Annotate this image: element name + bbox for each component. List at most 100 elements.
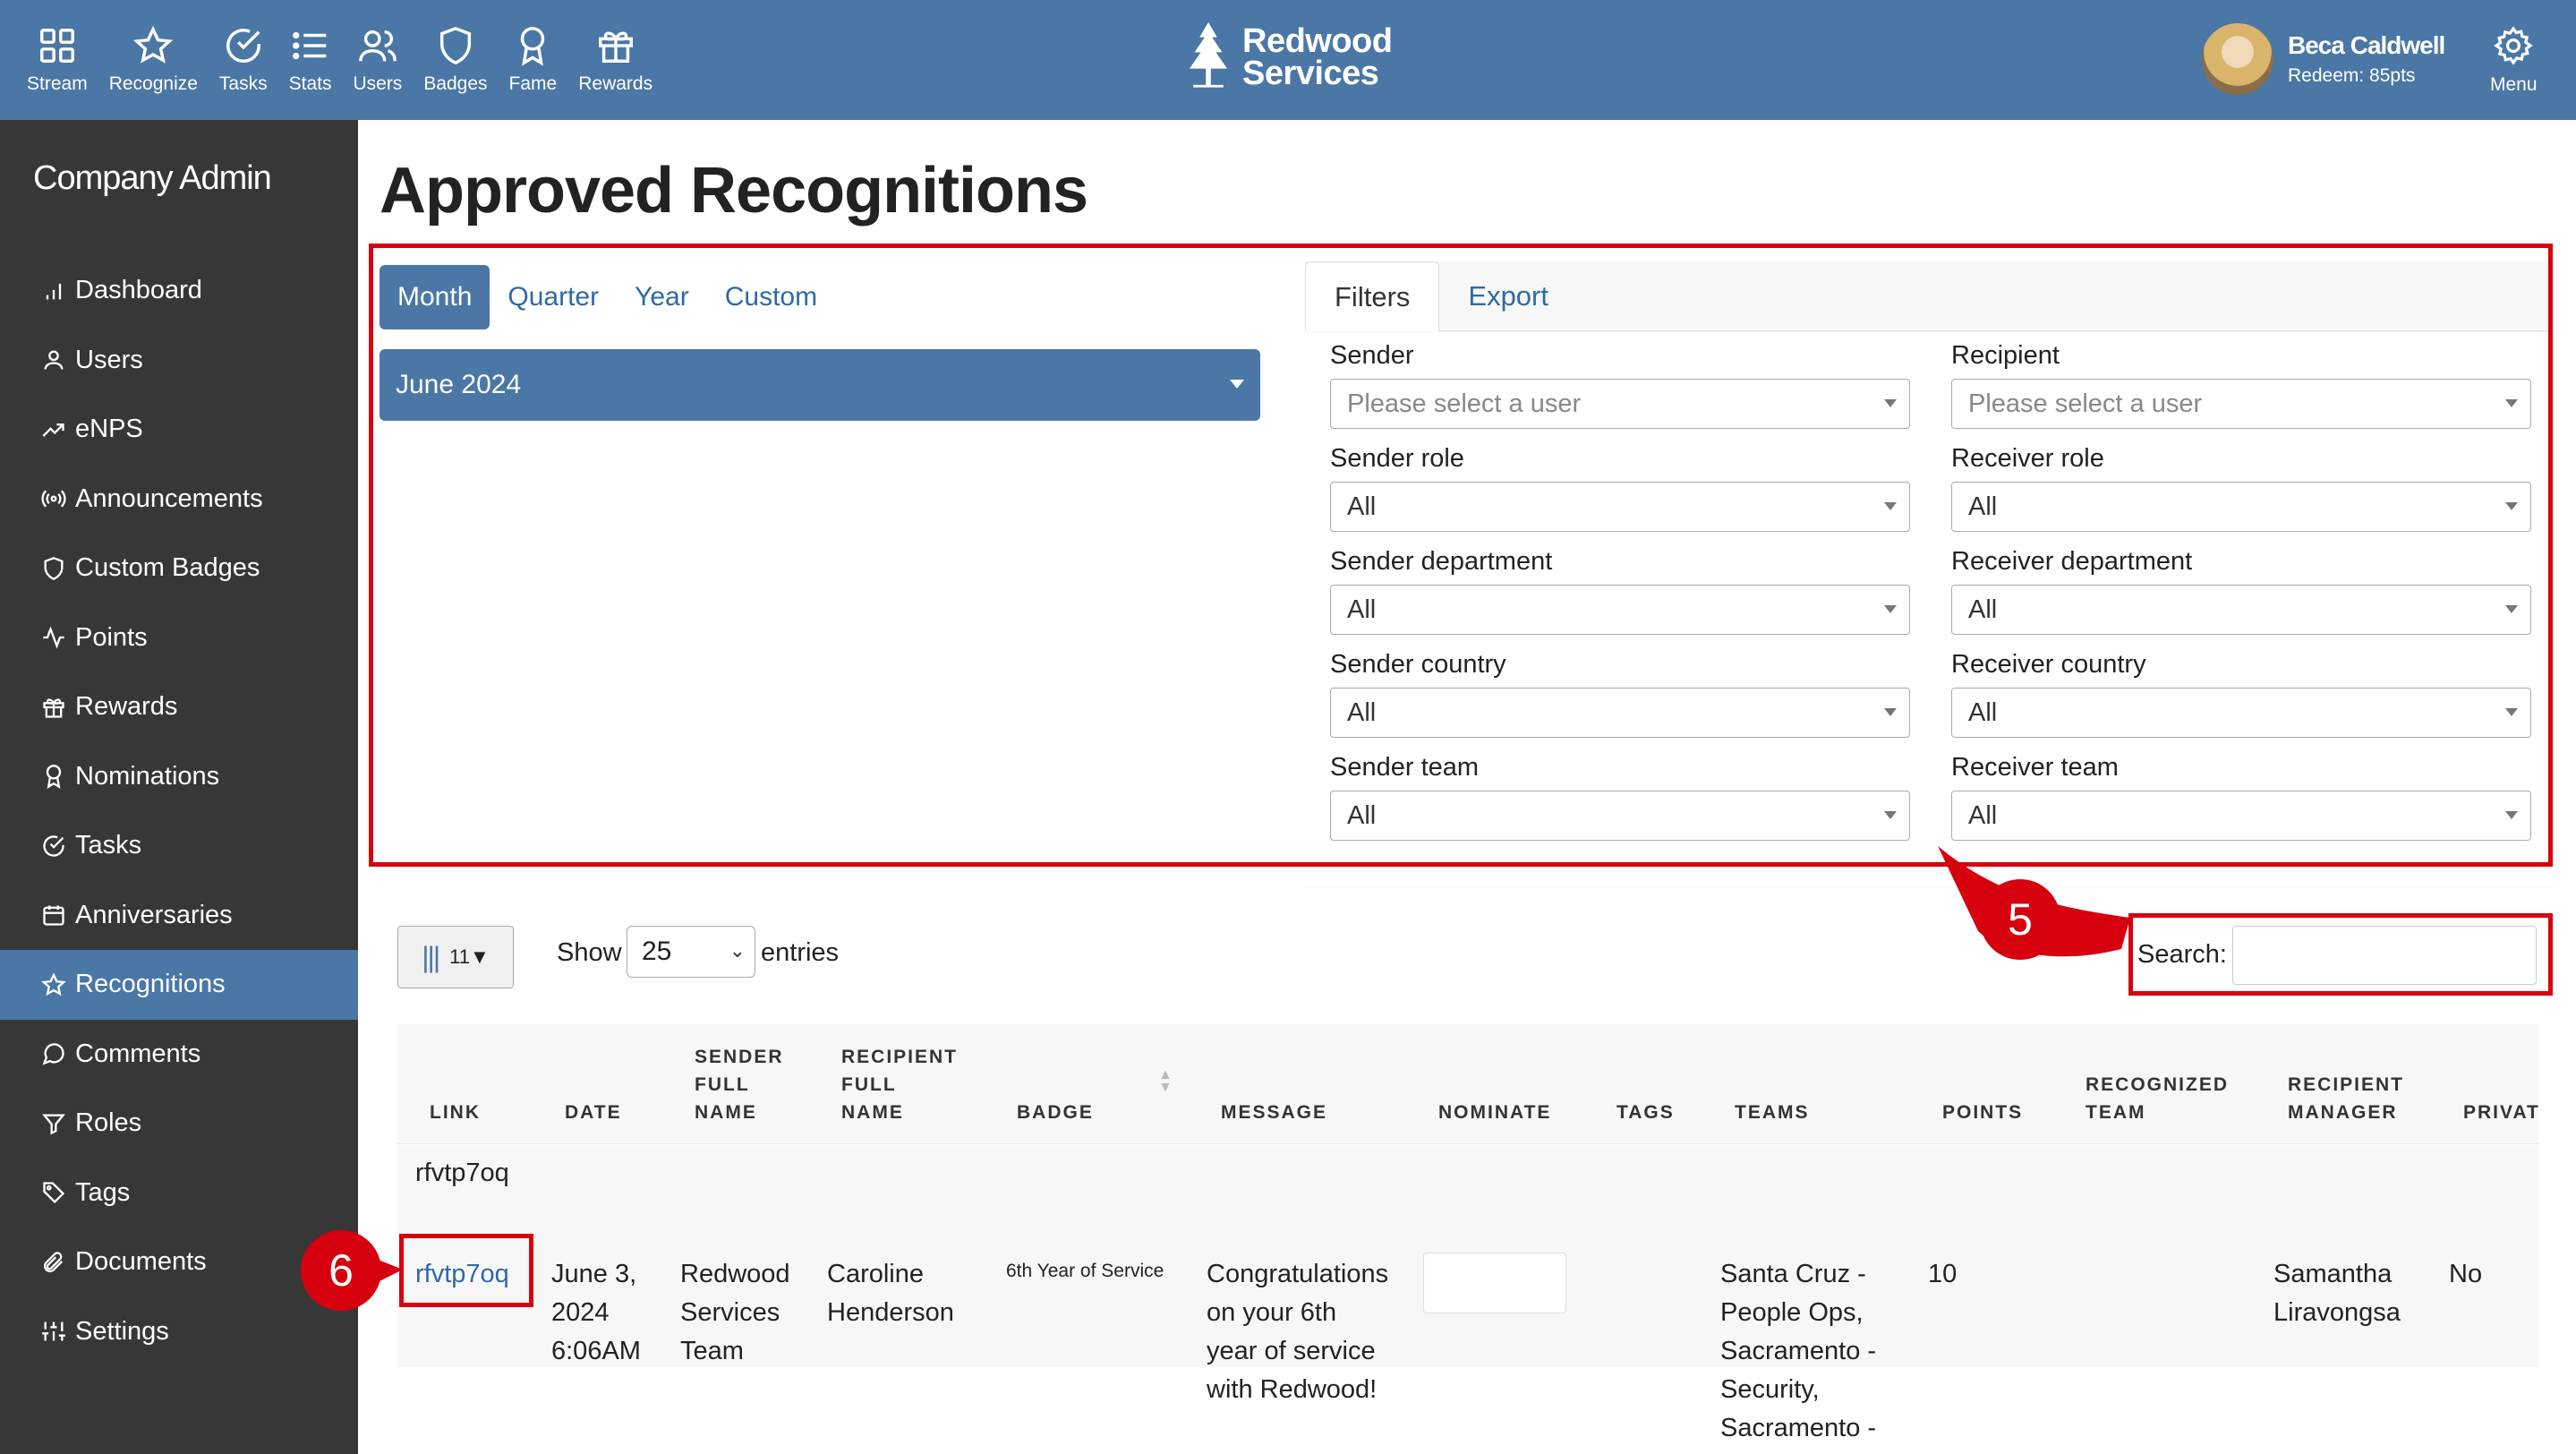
activity-icon [43, 626, 64, 649]
sidebar-item-roles[interactable]: Roles [0, 1089, 358, 1159]
column-header-points[interactable]: POINTS [1942, 1099, 2023, 1126]
shield-icon [44, 556, 64, 580]
nav-recognize[interactable]: Recognize [98, 0, 209, 120]
sidebar-item-label: Rewards [75, 692, 178, 722]
check-circle-icon [43, 835, 64, 857]
avatar[interactable] [2202, 23, 2273, 95]
link-filter-value[interactable]: rfvtp7oq [415, 1154, 509, 1193]
nav-stats-label: Stats [288, 73, 332, 94]
column-header-tags[interactable]: TAGS [1616, 1099, 1675, 1126]
user-profile[interactable]: Beca Caldwell Redeem: 85pts [2202, 23, 2445, 95]
sidebar-item-label: Recognitions [75, 970, 226, 999]
column-header-teams[interactable]: TEAMS [1735, 1099, 1810, 1126]
user-icon [44, 350, 64, 370]
column-header-badge[interactable]: BADGE [1017, 1099, 1094, 1126]
columns-icon: ||| [422, 940, 440, 973]
gift-icon [598, 31, 633, 63]
column-header-message[interactable]: MESSAGE [1221, 1099, 1327, 1126]
sidebar-item-tags[interactable]: Tags [0, 1159, 358, 1228]
sidebar-item-label: Anniversaries [75, 900, 233, 929]
menu-button[interactable]: Menu [2490, 0, 2538, 120]
award-icon [521, 27, 545, 66]
broadcast-icon [41, 490, 66, 508]
filters-highlight-box [369, 244, 2553, 867]
sidebar-item-recognitions[interactable]: Recognitions [0, 950, 358, 1020]
nav-stream-label: Stream [27, 73, 88, 94]
sidebar-item-label: Roles [75, 1108, 142, 1138]
comment-icon [42, 1043, 64, 1065]
show-label: Show [557, 938, 622, 967]
sidebar-item-announcements[interactable]: Announcements [0, 465, 358, 535]
row-badge-cell: 6th Year of Service [1006, 1261, 1164, 1281]
row-private-cell: No [2449, 1260, 2483, 1288]
sidebar-item-nominations[interactable]: Nominations [0, 742, 358, 812]
sidebar-item-rewards[interactable]: Rewards [0, 672, 358, 742]
sidebar-item-dashboard[interactable]: Dashboard [0, 256, 358, 326]
sidebar-item-custom-badges[interactable]: Custom Badges [0, 534, 358, 603]
menu-label: Menu [2490, 74, 2538, 95]
sidebar-item-tasks[interactable]: Tasks [0, 811, 358, 881]
sidebar-item-label: Announcements [75, 483, 263, 513]
sidebar-menu: Dashboard Users eNPS Announcements Custo… [0, 256, 358, 1366]
sliders-icon [42, 1321, 65, 1341]
link-highlight-box [399, 1234, 533, 1307]
row-manager-cell: Samantha Liravongsa [2273, 1260, 2401, 1327]
main-nav: Stream Recognize Tasks Stats Users Badge… [16, 0, 663, 120]
grid-icon [39, 29, 74, 63]
nav-badges-label: Badges [423, 73, 488, 94]
calendar-icon [43, 905, 64, 926]
check-circle-icon [226, 29, 260, 63]
column-header-recognized-team[interactable]: RECOGNIZED TEAM [2086, 1071, 2229, 1126]
nav-stats[interactable]: Stats [278, 0, 343, 120]
tag-icon [43, 1182, 65, 1204]
column-header-recipient-manager[interactable]: RECIPIENT MANAGER [2288, 1071, 2404, 1126]
nav-fame-label: Fame [508, 73, 558, 94]
column-count: 11▼ [449, 945, 490, 968]
sidebar-item-settings[interactable]: Settings [0, 1297, 358, 1367]
nominate-button[interactable] [1423, 1253, 1566, 1313]
nav-fame[interactable]: Fame [499, 0, 568, 120]
column-header-link[interactable]: LINK [430, 1099, 481, 1126]
row-sender-cell: Redwood Services Team [680, 1260, 790, 1365]
sidebar-title: Company Admin [33, 159, 272, 197]
sidebar-item-enps[interactable]: eNPS [0, 395, 358, 465]
sidebar-item-users[interactable]: Users [0, 326, 358, 396]
nav-stream[interactable]: Stream [16, 0, 98, 120]
nav-tasks-label: Tasks [218, 73, 268, 94]
chevron-down-icon: ⌄ [729, 939, 746, 962]
nav-rewards[interactable]: Rewards [567, 0, 663, 120]
nav-users[interactable]: Users [342, 0, 413, 120]
sidebar-item-comments[interactable]: Comments [0, 1020, 358, 1090]
row-points-cell: 10 [1928, 1260, 1958, 1288]
brand-name-line2: Services [1242, 55, 1379, 92]
paperclip-icon [43, 1252, 64, 1272]
gear-icon [2494, 26, 2534, 65]
entries-per-page-select[interactable]: 25 ⌄ [627, 926, 755, 978]
column-header-private[interactable]: PRIVAT [2463, 1099, 2540, 1126]
sidebar-item-points[interactable]: Points [0, 603, 358, 673]
column-header-nominate[interactable]: NOMINATE [1438, 1099, 1551, 1126]
brand-name-line1: Redwood [1242, 22, 1393, 60]
row-message-cell: Congratulations on your 6th year of serv… [1207, 1260, 1389, 1404]
column-header-date[interactable]: DATE [565, 1099, 622, 1126]
row-recipient-cell: Caroline Henderson [827, 1260, 954, 1327]
column-visibility-button[interactable]: ||| 11▼ [397, 926, 514, 988]
sidebar-item-anniversaries[interactable]: Anniversaries [0, 881, 358, 951]
bar-chart-icon [46, 283, 62, 300]
nav-users-label: Users [353, 73, 403, 94]
sidebar-item-label: Nominations [75, 761, 220, 791]
callout-step-5: 5 [1980, 879, 2060, 960]
row-date-cell: June 3, 2024 6:06AM [551, 1260, 641, 1365]
column-header-recipient-full-name[interactable]: RECIPIENT FULL NAME [841, 1043, 958, 1126]
nav-recognize-label: Recognize [108, 73, 198, 94]
gift-icon [43, 698, 64, 718]
nav-tasks[interactable]: Tasks [209, 0, 278, 120]
user-points: Redeem: 85pts [2288, 65, 2416, 86]
nav-badges[interactable]: Badges [413, 0, 498, 120]
sidebar-item-label: Points [75, 622, 148, 652]
sort-icon[interactable]: ▲ ▼ [1158, 1068, 1173, 1095]
brand-logo[interactable]: Redwood Services [1183, 20, 1393, 95]
column-header-sender-full-name[interactable]: SENDER FULL NAME [695, 1043, 784, 1126]
sidebar-item-label: Custom Badges [75, 553, 260, 583]
nav-rewards-label: Rewards [578, 73, 653, 94]
